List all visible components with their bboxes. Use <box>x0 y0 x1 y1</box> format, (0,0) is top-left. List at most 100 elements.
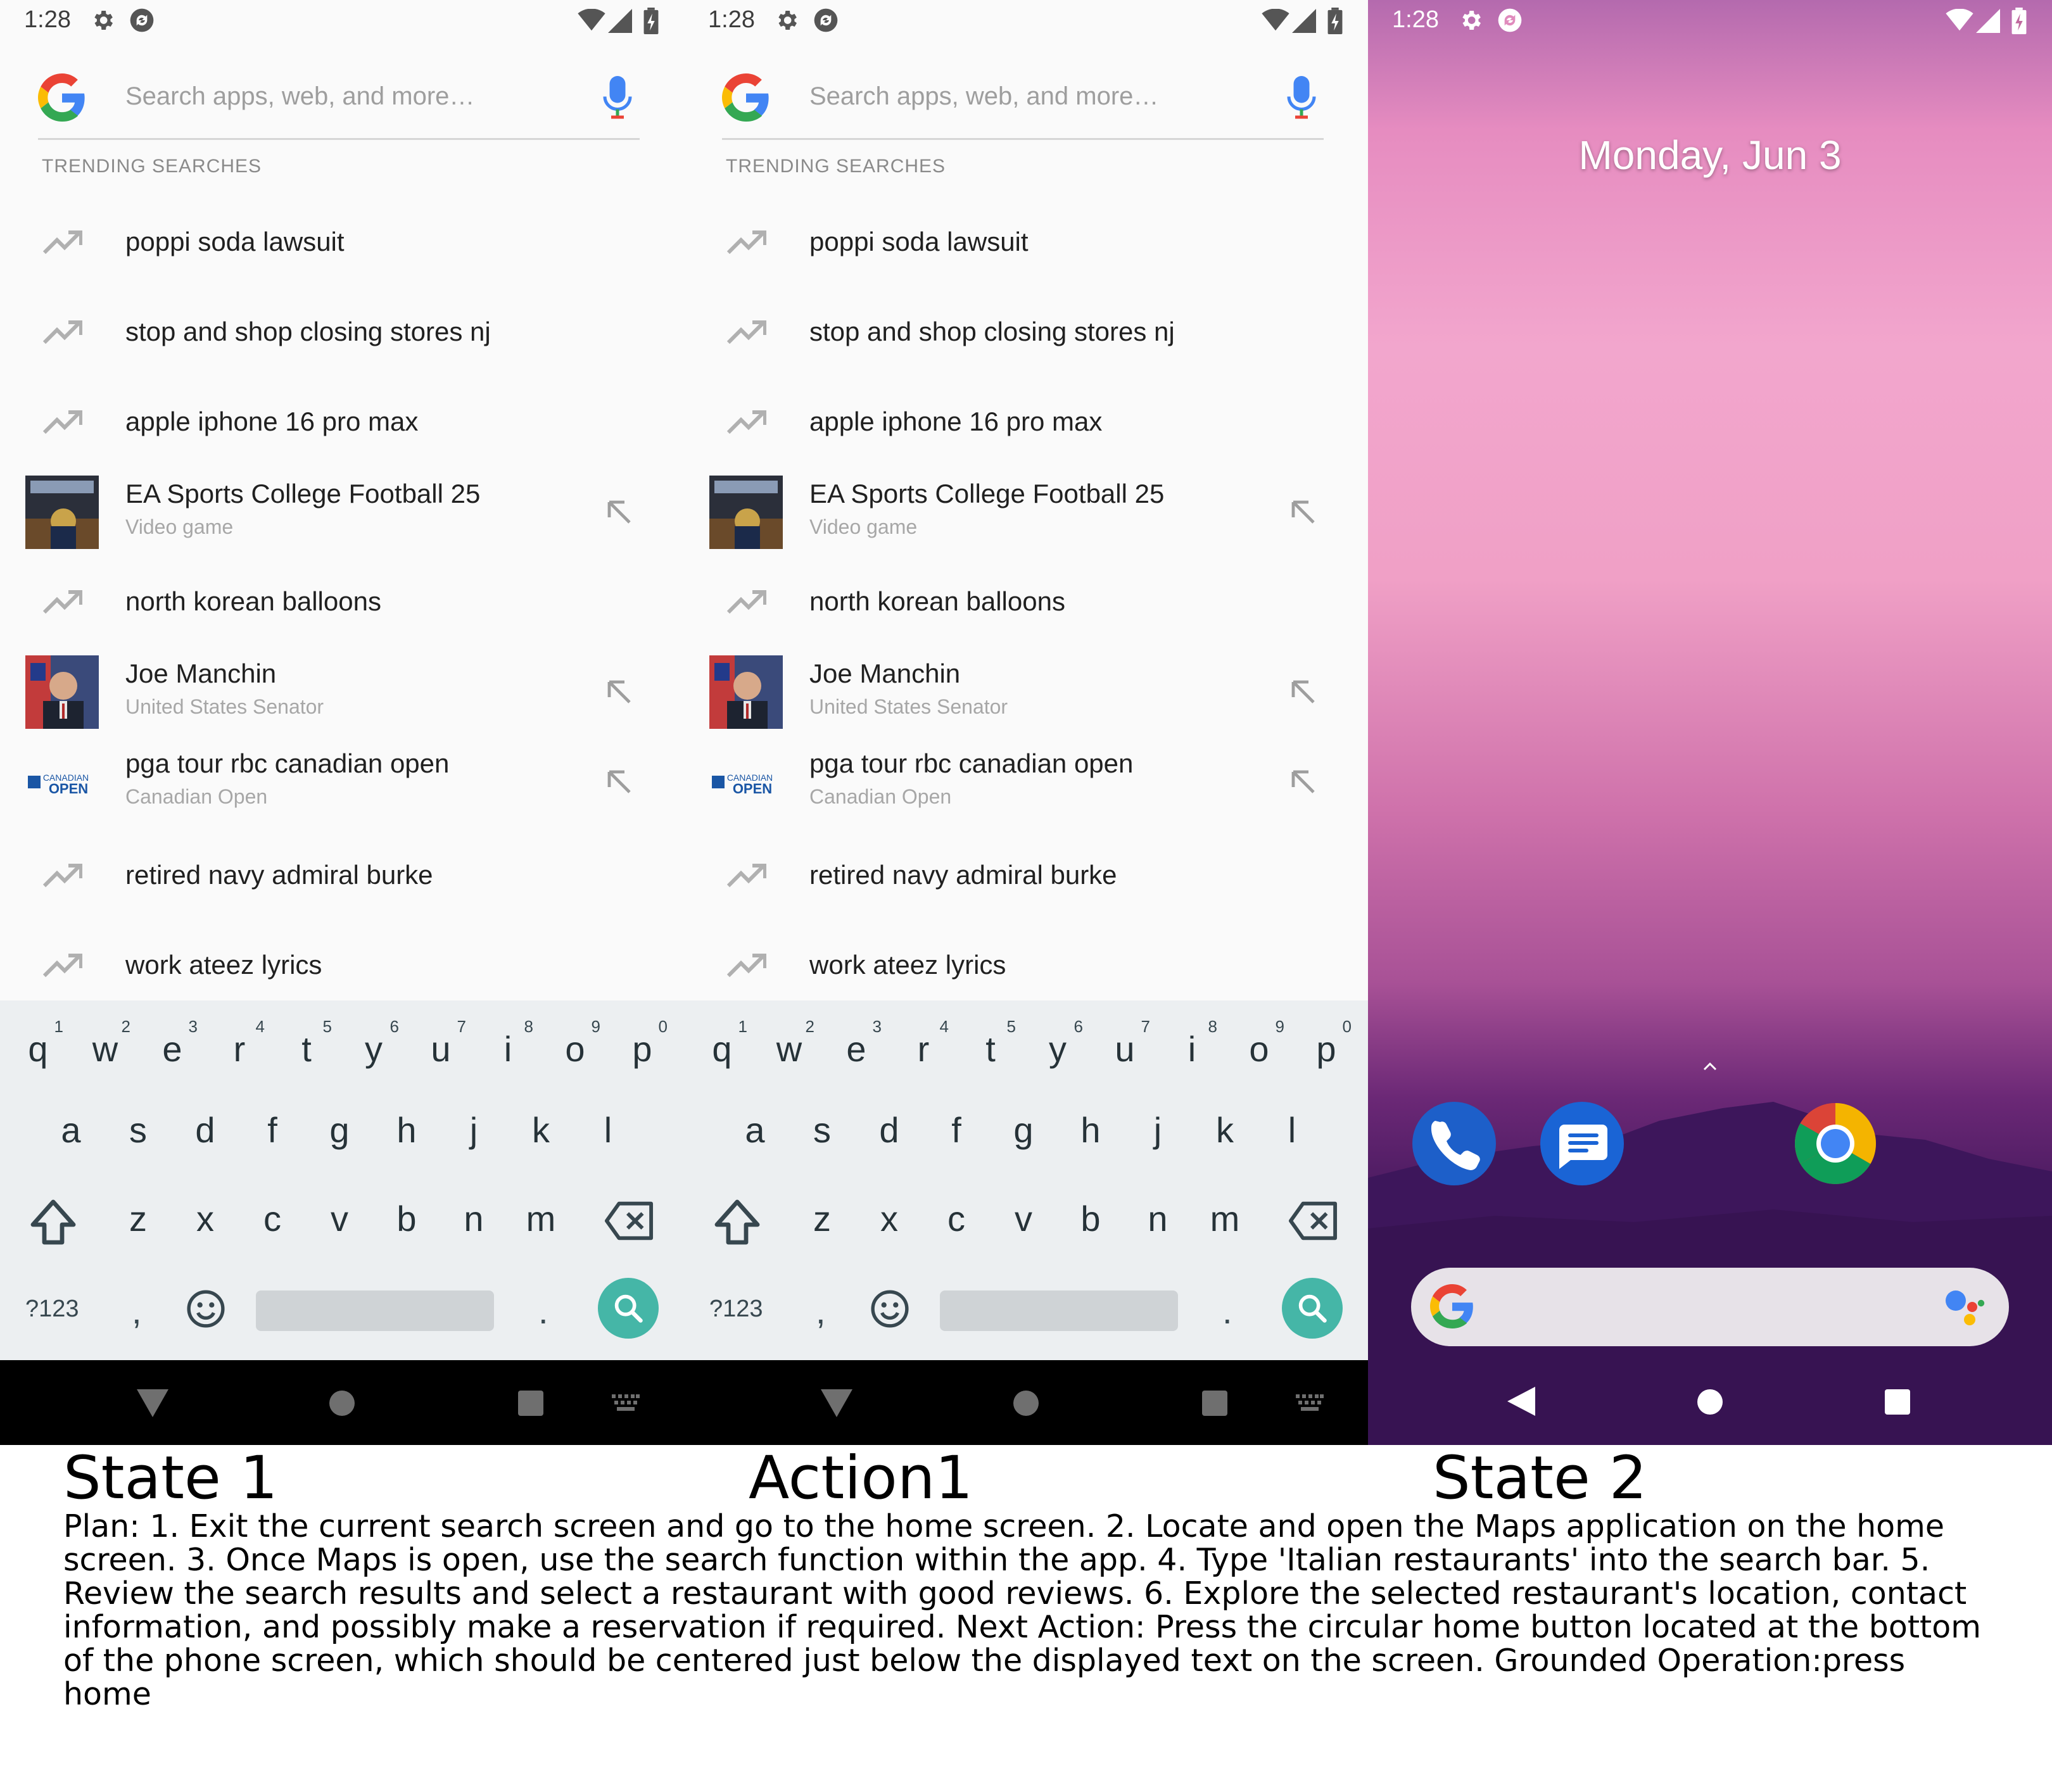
home-button[interactable] <box>1697 1389 1723 1415</box>
key-t[interactable]: 5t <box>272 1000 341 1076</box>
fill-query-arrow-icon[interactable] <box>604 497 635 527</box>
microphone-icon[interactable] <box>1286 76 1317 120</box>
home-button[interactable] <box>329 1391 355 1416</box>
shift-key-icon[interactable] <box>713 1198 761 1249</box>
suggestion-item[interactable]: work ateez lyrics <box>0 921 684 1011</box>
recents-button[interactable] <box>518 1391 543 1416</box>
key-n[interactable]: n <box>1124 1182 1192 1258</box>
key-o[interactable]: 9o <box>541 1000 609 1076</box>
key-c[interactable]: c <box>238 1182 307 1258</box>
key-i[interactable]: 8i <box>474 1000 542 1076</box>
suggestion-item[interactable]: CANADIAN OPEN pga tour rbc canadian open … <box>684 737 1368 827</box>
key-v[interactable]: v <box>305 1182 374 1258</box>
backspace-key-icon[interactable] <box>1288 1201 1338 1241</box>
key-j[interactable]: j <box>1124 1093 1192 1169</box>
suggestion-item[interactable]: EA Sports College Football 25 Video game <box>684 467 1368 557</box>
suggestion-item[interactable]: CANADIAN OPEN pga tour rbc canadian open … <box>0 737 684 827</box>
recents-button[interactable] <box>1885 1389 1910 1415</box>
key-u[interactable]: 7u <box>1091 1000 1159 1076</box>
key-r[interactable]: 4r <box>205 1000 274 1076</box>
key-w[interactable]: 2w <box>71 1000 139 1076</box>
key-s[interactable]: s <box>104 1093 172 1169</box>
key-y[interactable]: 6y <box>1023 1000 1092 1076</box>
key-b[interactable]: b <box>1056 1182 1125 1258</box>
key-x[interactable]: x <box>171 1182 239 1258</box>
suggestion-item[interactable]: apple iphone 16 pro max <box>684 377 1368 467</box>
key-f[interactable]: f <box>238 1093 307 1169</box>
messages-app-icon[interactable] <box>1540 1102 1624 1185</box>
microphone-icon[interactable] <box>602 76 633 120</box>
fill-query-arrow-icon[interactable] <box>1288 767 1319 797</box>
key-g[interactable]: g <box>989 1093 1058 1169</box>
key-w[interactable]: 2w <box>755 1000 823 1076</box>
suggestion-item[interactable]: EA Sports College Football 25 Video game <box>0 467 684 557</box>
suggestion-item[interactable]: Joe Manchin United States Senator <box>684 647 1368 737</box>
suggestion-item[interactable]: poppi soda lawsuit <box>684 198 1368 287</box>
key-h[interactable]: h <box>1056 1093 1125 1169</box>
key-f[interactable]: f <box>922 1093 991 1169</box>
key-d[interactable]: d <box>171 1093 239 1169</box>
key-h[interactable]: h <box>372 1093 441 1169</box>
google-assistant-icon[interactable] <box>1944 1289 1985 1326</box>
key-k[interactable]: k <box>507 1093 575 1169</box>
suggestion-item[interactable]: poppi soda lawsuit <box>0 198 684 287</box>
back-icon[interactable] <box>137 1389 168 1417</box>
keyboard-switch-icon[interactable] <box>1296 1394 1324 1412</box>
back-icon[interactable] <box>1507 1387 1535 1416</box>
comma-key[interactable]: , <box>816 1290 826 1332</box>
emoji-key-icon[interactable] <box>870 1289 909 1328</box>
key-k[interactable]: k <box>1191 1093 1259 1169</box>
key-t[interactable]: 5t <box>956 1000 1025 1076</box>
suggestion-item[interactable]: stop and shop closing stores nj <box>0 287 684 377</box>
back-icon[interactable] <box>821 1389 852 1417</box>
key-q[interactable]: 1q <box>4 1000 72 1076</box>
suggestion-item[interactable]: retired navy admiral burke <box>0 831 684 921</box>
chevron-up-icon[interactable] <box>1702 1061 1718 1071</box>
search-action-key[interactable] <box>598 1278 659 1339</box>
recents-button[interactable] <box>1202 1391 1227 1416</box>
suggestion-item[interactable]: stop and shop closing stores nj <box>684 287 1368 377</box>
suggestion-item[interactable]: retired navy admiral burke <box>684 831 1368 921</box>
home-date[interactable]: Monday, Jun 3 <box>1368 132 2052 179</box>
fill-query-arrow-icon[interactable] <box>604 677 635 707</box>
key-v[interactable]: v <box>989 1182 1058 1258</box>
fill-query-arrow-icon[interactable] <box>604 767 635 797</box>
key-m[interactable]: m <box>507 1182 575 1258</box>
keyboard-switch-icon[interactable] <box>612 1394 640 1412</box>
fill-query-arrow-icon[interactable] <box>1288 677 1319 707</box>
space-key[interactable] <box>940 1290 1178 1331</box>
key-y[interactable]: 6y <box>339 1000 408 1076</box>
key-p[interactable]: 0p <box>608 1000 676 1076</box>
key-i[interactable]: 8i <box>1158 1000 1226 1076</box>
key-z[interactable]: z <box>104 1182 172 1258</box>
key-n[interactable]: n <box>440 1182 508 1258</box>
key-u[interactable]: 7u <box>407 1000 475 1076</box>
period-key[interactable]: . <box>1222 1290 1232 1332</box>
key-d[interactable]: d <box>855 1093 923 1169</box>
key-e[interactable]: 3e <box>822 1000 890 1076</box>
key-e[interactable]: 3e <box>138 1000 206 1076</box>
suggestion-item[interactable]: apple iphone 16 pro max <box>0 377 684 467</box>
search-bar[interactable]: Search apps, web, and more… <box>722 63 1324 140</box>
shift-key-icon[interactable] <box>29 1198 77 1249</box>
backspace-key-icon[interactable] <box>604 1201 654 1241</box>
period-key[interactable]: . <box>538 1290 548 1332</box>
key-g[interactable]: g <box>305 1093 374 1169</box>
search-bar[interactable]: Search apps, web, and more… <box>38 63 640 140</box>
symbols-key[interactable]: ?123 <box>709 1296 763 1323</box>
suggestion-item[interactable]: Joe Manchin United States Senator <box>0 647 684 737</box>
key-r[interactable]: 4r <box>889 1000 958 1076</box>
key-x[interactable]: x <box>855 1182 923 1258</box>
key-a[interactable]: a <box>721 1093 789 1169</box>
comma-key[interactable]: , <box>132 1290 142 1332</box>
fill-query-arrow-icon[interactable] <box>1288 497 1319 527</box>
suggestion-item[interactable]: work ateez lyrics <box>684 921 1368 1011</box>
suggestion-item[interactable]: north korean balloons <box>0 557 684 647</box>
search-input[interactable]: Search apps, web, and more… <box>125 82 474 111</box>
key-o[interactable]: 9o <box>1225 1000 1293 1076</box>
home-button[interactable] <box>1013 1391 1039 1416</box>
key-p[interactable]: 0p <box>1292 1000 1360 1076</box>
key-a[interactable]: a <box>37 1093 105 1169</box>
key-c[interactable]: c <box>922 1182 991 1258</box>
key-l[interactable]: l <box>574 1093 642 1169</box>
